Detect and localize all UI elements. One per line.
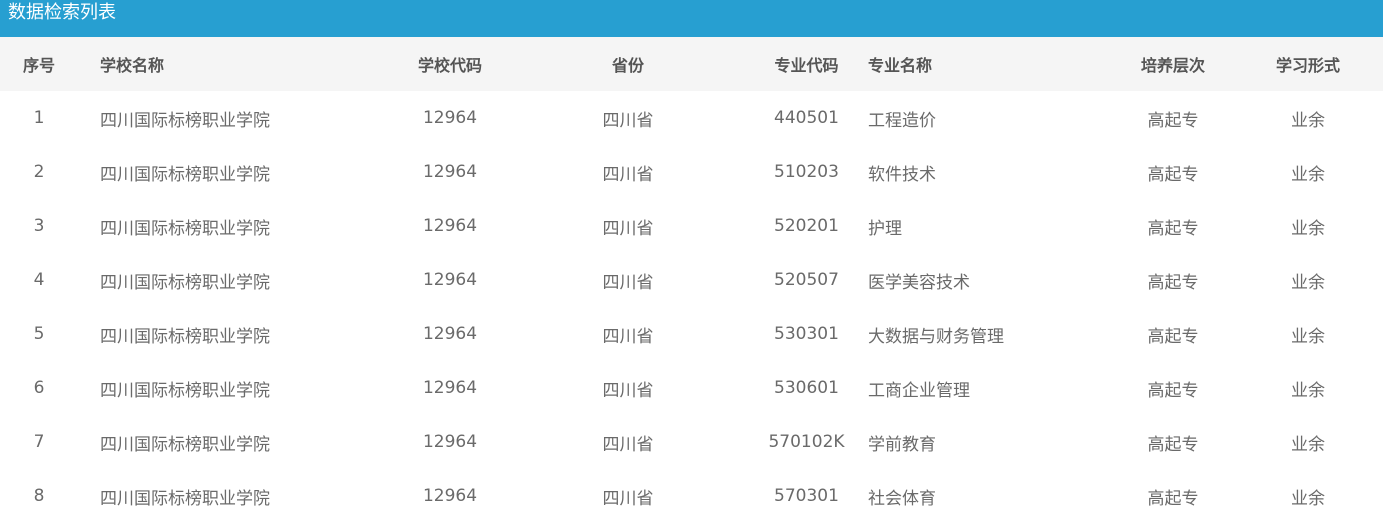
table-row: 4 四川国际标榜职业学院 12964 四川省 520507 医学美容技术 高起专…: [0, 253, 1383, 307]
cell-index: 8: [33, 486, 45, 506]
cell-province: 四川省: [602, 488, 654, 509]
cell-school-name: 四川国际标榜职业学院: [100, 380, 270, 401]
cell-major-name: 护理: [868, 218, 903, 239]
cell-province: 四川省: [602, 164, 654, 185]
cell-major-name: 软件技术: [868, 164, 937, 185]
panel-title: 数据检索列表: [0, 0, 1383, 37]
cell-school-name: 四川国际标榜职业学院: [100, 110, 270, 131]
cell-study-form: 业余: [1291, 164, 1326, 185]
cell-major-code: 570102K: [768, 432, 845, 452]
cell-study-form: 业余: [1291, 488, 1326, 509]
table-row: 8 四川国际标榜职业学院 12964 四川省 570301 社会体育 高起专 业…: [0, 469, 1383, 516]
table-row: 5 四川国际标榜职业学院 12964 四川省 530301 大数据与财务管理 高…: [0, 307, 1383, 361]
cell-study-form: 业余: [1291, 218, 1326, 239]
table-row: 1 四川国际标榜职业学院 12964 四川省 440501 工程造价 高起专 业…: [0, 91, 1383, 145]
cell-level: 高起专: [1147, 164, 1199, 185]
cell-level: 高起专: [1147, 434, 1199, 455]
cell-school-code: 12964: [422, 270, 478, 290]
cell-province: 四川省: [602, 380, 654, 401]
cell-school-code: 12964: [422, 486, 478, 506]
cell-school-name: 四川国际标榜职业学院: [100, 434, 270, 455]
cell-major-code: 440501: [774, 108, 839, 128]
cell-level: 高起专: [1147, 218, 1199, 239]
table-row: 7 四川国际标榜职业学院 12964 四川省 570102K 学前教育 高起专 …: [0, 415, 1383, 469]
cell-major-name: 大数据与财务管理: [868, 326, 1005, 347]
cell-major-code: 520201: [774, 216, 839, 236]
cell-study-form: 业余: [1291, 380, 1326, 401]
cell-index: 4: [33, 270, 45, 290]
cell-school-code: 12964: [422, 432, 478, 452]
cell-study-form: 业余: [1291, 110, 1326, 131]
cell-level: 高起专: [1147, 110, 1199, 131]
cell-school-name: 四川国际标榜职业学院: [100, 164, 270, 185]
cell-school-name: 四川国际标榜职业学院: [100, 326, 270, 347]
cell-index: 3: [33, 216, 45, 236]
cell-school-code: 12964: [422, 108, 478, 128]
cell-level: 高起专: [1147, 380, 1199, 401]
column-header-province: 省份: [611, 56, 644, 75]
table-row: 2 四川国际标榜职业学院 12964 四川省 510203 软件技术 高起专 业…: [0, 145, 1383, 199]
column-header-school-code: 学校代码: [417, 56, 482, 75]
cell-school-name: 四川国际标榜职业学院: [100, 488, 270, 509]
column-header-school-name: 学校名称: [100, 56, 165, 75]
cell-school-code: 12964: [422, 216, 478, 236]
cell-major-name: 工程造价: [868, 110, 937, 131]
cell-study-form: 业余: [1291, 272, 1326, 293]
cell-school-code: 12964: [422, 324, 478, 344]
cell-major-name: 社会体育: [868, 488, 937, 509]
cell-level: 高起专: [1147, 272, 1199, 293]
cell-province: 四川省: [602, 434, 654, 455]
cell-province: 四川省: [602, 326, 654, 347]
column-header-major-code: 专业代码: [774, 56, 839, 75]
cell-level: 高起专: [1147, 488, 1199, 509]
cell-school-code: 12964: [422, 378, 478, 398]
cell-province: 四川省: [602, 218, 654, 239]
cell-province: 四川省: [602, 110, 654, 131]
cell-province: 四川省: [602, 272, 654, 293]
cell-level: 高起专: [1147, 326, 1199, 347]
cell-major-code: 530301: [774, 324, 839, 344]
cell-major-name: 工商企业管理: [868, 380, 971, 401]
cell-major-code: 510203: [774, 162, 839, 182]
cell-study-form: 业余: [1291, 434, 1326, 455]
column-header-level: 培养层次: [1141, 56, 1206, 75]
cell-index: 5: [33, 324, 45, 344]
cell-index: 2: [33, 162, 45, 182]
cell-school-code: 12964: [422, 162, 478, 182]
cell-index: 1: [33, 108, 45, 128]
cell-major-code: 530601: [774, 378, 839, 398]
results-table: 序号 学校名称 学校代码 省份 专业代码 专业名称 培养层次 学习形式 1 四川…: [0, 37, 1383, 516]
cell-major-name: 医学美容技术: [868, 272, 971, 293]
column-header-major-name: 专业名称: [868, 56, 933, 75]
cell-major-code: 520507: [774, 270, 839, 290]
table-header-row: 序号 学校名称 学校代码 省份 专业代码 专业名称 培养层次 学习形式: [0, 37, 1383, 91]
cell-major-code: 570301: [774, 486, 839, 506]
cell-index: 7: [33, 432, 45, 452]
cell-school-name: 四川国际标榜职业学院: [100, 272, 270, 293]
cell-index: 6: [33, 378, 45, 398]
cell-study-form: 业余: [1291, 326, 1326, 347]
table-row: 6 四川国际标榜职业学院 12964 四川省 530601 工商企业管理 高起专…: [0, 361, 1383, 415]
cell-school-name: 四川国际标榜职业学院: [100, 218, 270, 239]
cell-major-name: 学前教育: [868, 434, 937, 455]
column-header-index: 序号: [22, 56, 55, 75]
column-header-study-form: 学习形式: [1276, 56, 1341, 75]
data-search-panel: 数据检索列表 序号 学校名称 学校代码 省份 专业代码 专业名称 培养层次 学习…: [0, 0, 1383, 516]
table-row: 3 四川国际标榜职业学院 12964 四川省 520201 护理 高起专 业余: [0, 199, 1383, 253]
